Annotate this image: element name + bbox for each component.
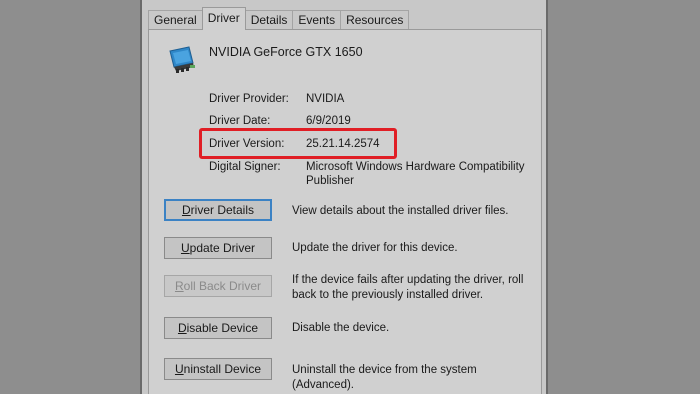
- uninstall-device-mnemonic: U: [174, 362, 184, 376]
- tab-bar: General Driver Details Events Resources: [148, 7, 410, 30]
- roll-back-driver-description-line1: If the device fails after updating the d…: [292, 274, 524, 286]
- device-properties-dialog: General Driver Details Events Resources …: [140, 0, 548, 394]
- uninstall-device-button[interactable]: Uninstall Device: [164, 358, 272, 380]
- tab-resources[interactable]: Resources: [340, 10, 410, 30]
- driver-version-highlight: [199, 128, 397, 159]
- roll-back-driver-button[interactable]: Roll Back Driver: [164, 275, 272, 297]
- driver-details-label: river Details: [190, 203, 255, 217]
- update-driver-mnemonic: U: [180, 241, 190, 255]
- tab-general[interactable]: General: [148, 10, 203, 30]
- disable-device-button[interactable]: Disable Device: [164, 317, 272, 339]
- tab-events[interactable]: Events: [292, 10, 342, 30]
- digital-signer-value-line1: Microsoft Windows Hardware Compatibility: [306, 161, 525, 173]
- display-adapter-icon: [169, 46, 195, 73]
- device-name: NVIDIA GeForce GTX 1650: [209, 45, 363, 59]
- update-driver-label: pdate Driver: [189, 241, 256, 255]
- disable-device-mnemonic: D: [177, 321, 187, 335]
- driver-date-label: Driver Date:: [209, 115, 271, 127]
- tab-details[interactable]: Details: [244, 10, 294, 30]
- driver-details-description: View details about the installed driver …: [292, 205, 509, 217]
- driver-details-button[interactable]: Driver Details: [164, 199, 272, 221]
- roll-back-driver-mnemonic: R: [174, 279, 184, 293]
- driver-details-mnemonic: D: [181, 203, 191, 217]
- update-driver-description: Update the driver for this device.: [292, 242, 458, 254]
- tab-driver[interactable]: Driver: [201, 7, 246, 30]
- digital-signer-label: Digital Signer:: [209, 161, 281, 173]
- uninstall-device-description: Uninstall the device from the system (Ad…: [292, 364, 477, 391]
- disable-device-label: isable Device: [186, 321, 259, 335]
- disable-device-description: Disable the device.: [292, 322, 390, 334]
- digital-signer-value-line2: Publisher: [306, 175, 354, 187]
- driver-date-value: 6/9/2019: [306, 115, 351, 127]
- uninstall-device-label: ninstall Device: [183, 362, 262, 376]
- driver-tab-panel: NVIDIA GeForce GTX 1650 Driver Provider:…: [148, 29, 542, 394]
- roll-back-driver-description-line2: back to the previously installed driver.: [292, 289, 484, 301]
- driver-provider-value: NVIDIA: [306, 93, 345, 105]
- roll-back-driver-label: oll Back Driver: [183, 279, 262, 293]
- driver-provider-label: Driver Provider:: [209, 93, 289, 105]
- update-driver-button[interactable]: Update Driver: [164, 237, 272, 259]
